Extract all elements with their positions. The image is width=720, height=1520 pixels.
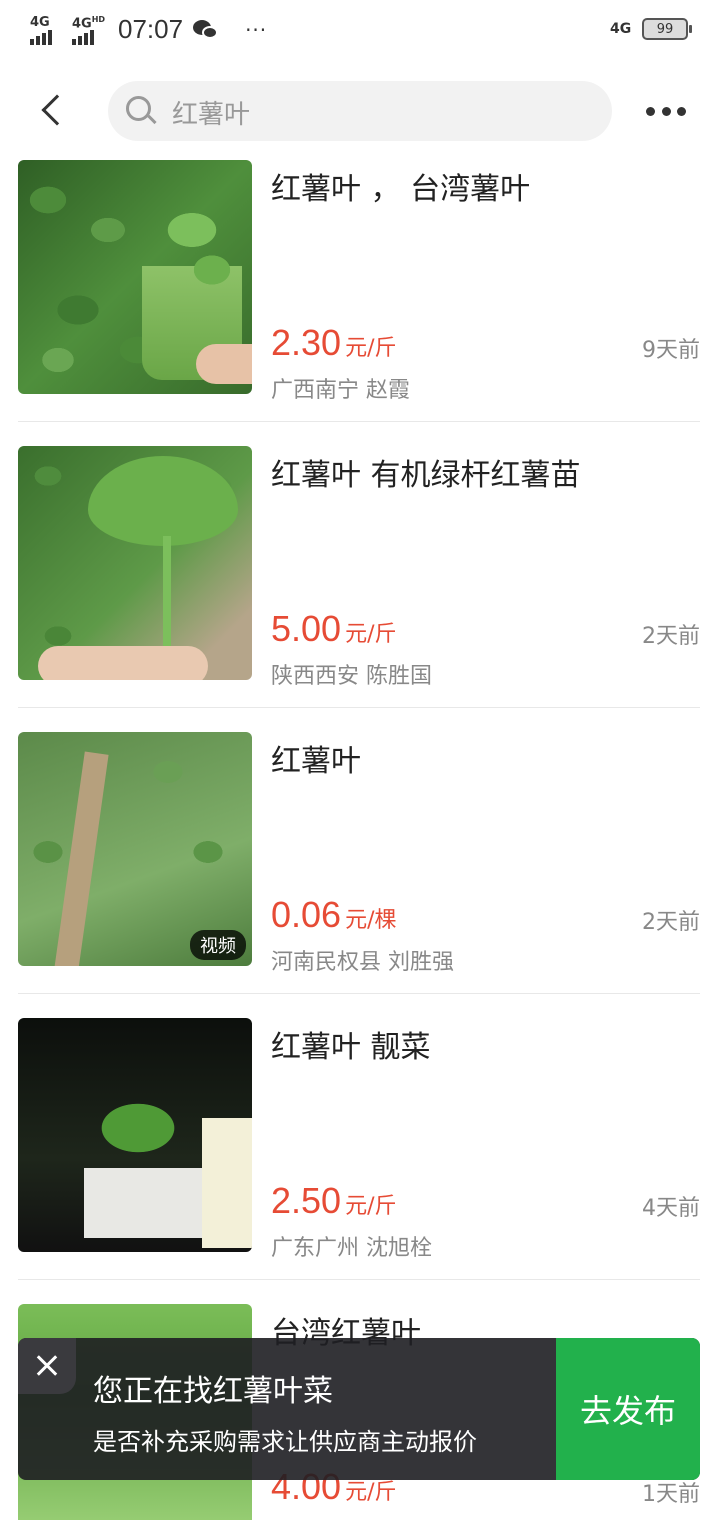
search-input[interactable]: 红薯叶 — [108, 81, 612, 141]
publish-prompt-banner: 您正在找红薯叶菜 是否补充采购需求让供应商主动报价 去发布 — [18, 1338, 700, 1480]
product-thumbnail[interactable]: 视频 — [18, 732, 252, 966]
wechat-icon — [193, 18, 221, 42]
price-value: 5.00 — [271, 608, 342, 649]
posted-time: 2天前 — [642, 910, 700, 935]
battery-level: 99 — [656, 21, 674, 37]
divider — [18, 421, 700, 422]
video-badge: 视频 — [190, 930, 246, 960]
signal-label: 4G — [30, 14, 50, 30]
product-thumbnail[interactable] — [18, 1018, 252, 1252]
chevron-left-icon — [41, 94, 73, 126]
product-price: 2.50 元/斤 — [271, 1180, 397, 1222]
product-price: 5.00 元/斤 — [271, 608, 397, 650]
prompt-subtitle: 是否补充采购需求让供应商主动报价 — [93, 1428, 477, 1456]
price-unit: 元/斤 — [345, 336, 397, 361]
prompt-title: 您正在找红薯叶菜 — [93, 1374, 333, 1409]
seller-location: 广东广州 沈旭栓 — [271, 1236, 432, 1261]
battery-icon: 99 — [642, 18, 692, 40]
product-thumbnail[interactable] — [18, 160, 252, 394]
list-item[interactable]: 红薯叶 ， 台湾薯叶 2.30 元/斤 9天前 广西南宁 赵霞 — [0, 160, 720, 446]
signal-icon: 4G — [30, 15, 64, 45]
divider — [18, 707, 700, 708]
price-unit: 元/斤 — [345, 622, 397, 647]
status-bar: 4G 4GHD 07:07 ··· 4G 99 — [0, 0, 720, 64]
product-title: 红薯叶 ， 台湾薯叶 — [271, 172, 531, 207]
list-item[interactable]: 红薯叶 有机绿杆红薯苗 5.00 元/斤 2天前 陕西西安 陈胜国 — [0, 446, 720, 732]
divider — [18, 993, 700, 994]
product-title: 红薯叶 靓菜 — [271, 1030, 431, 1065]
posted-time: 1天前 — [642, 1482, 700, 1507]
status-time: 07:07 — [118, 14, 184, 44]
price-value: 0.06 — [271, 894, 342, 935]
search-icon — [126, 96, 157, 126]
divider — [18, 1279, 700, 1280]
seller-location: 河南民权县 刘胜强 — [271, 950, 454, 975]
product-title: 红薯叶 有机绿杆红薯苗 — [271, 458, 581, 493]
search-query: 红薯叶 — [172, 100, 251, 130]
more-options-button[interactable] — [646, 100, 686, 122]
notification-more-icon: ··· — [245, 17, 268, 42]
list-item[interactable]: 视频 红薯叶 0.06 元/棵 2天前 河南民权县 刘胜强 — [0, 732, 720, 1018]
close-button[interactable] — [18, 1338, 76, 1394]
price-unit: 元/棵 — [345, 908, 397, 933]
back-button[interactable] — [30, 86, 78, 138]
product-price: 2.30 元/斤 — [271, 322, 397, 364]
top-navigation: 红薯叶 — [0, 64, 720, 160]
signal-hd-label: HD — [91, 14, 106, 24]
posted-time: 4天前 — [642, 1196, 700, 1221]
price-value: 2.30 — [271, 322, 342, 363]
price-unit: 元/斤 — [345, 1480, 397, 1505]
list-item[interactable]: 红薯叶 靓菜 2.50 元/斤 4天前 广东广州 沈旭栓 — [0, 1018, 720, 1304]
posted-time: 2天前 — [642, 624, 700, 649]
seller-location: 陕西西安 陈胜国 — [271, 664, 432, 689]
signal-hd-icon: 4GHD — [72, 15, 106, 45]
network-4g-icon: 4G — [610, 20, 632, 37]
publish-button[interactable]: 去发布 — [556, 1338, 700, 1480]
price-value: 2.50 — [271, 1180, 342, 1221]
price-unit: 元/斤 — [345, 1194, 397, 1219]
posted-time: 9天前 — [642, 338, 700, 363]
product-thumbnail[interactable] — [18, 446, 252, 680]
product-title: 红薯叶 — [271, 744, 361, 779]
seller-location: 广西南宁 赵霞 — [271, 378, 410, 403]
product-price: 0.06 元/棵 — [271, 894, 397, 936]
